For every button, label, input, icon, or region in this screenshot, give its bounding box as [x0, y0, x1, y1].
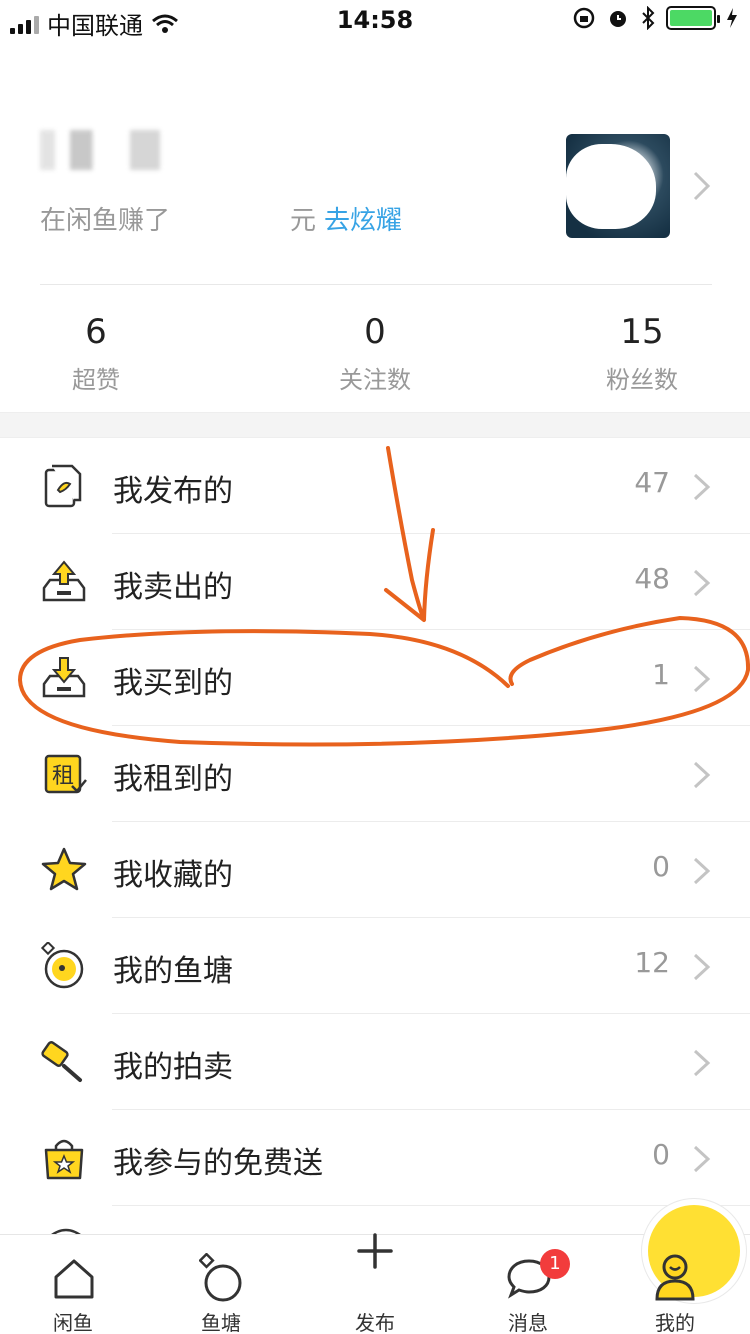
profile-header[interactable]: 在闲鱼赚了 元 去炫耀: [0, 100, 750, 285]
show-off-link[interactable]: 去炫耀: [324, 200, 402, 237]
chevron-right-icon: [693, 171, 711, 201]
stat-followers-value: 15: [620, 312, 664, 352]
tab-publish[interactable]: 发布: [320, 1205, 740, 1334]
earnings-prefix: 在闲鱼赚了: [40, 206, 171, 236]
menu-item-free-giveaway[interactable]: 我参与的免费送 0: [0, 1110, 750, 1206]
divider: [40, 284, 712, 285]
tab-mine[interactable]: 我的: [620, 1235, 730, 1334]
menu-item-count: 1: [652, 658, 670, 691]
chevron-right-icon: [693, 857, 711, 885]
menu-item-count: 0: [652, 850, 670, 883]
charging-icon: [727, 8, 737, 28]
menu-item-favorites[interactable]: 我收藏的 0: [0, 822, 750, 918]
avatar[interactable]: [566, 134, 670, 238]
auction-hammer-icon: [41, 1041, 82, 1082]
tab-home[interactable]: 闲鱼: [18, 1235, 128, 1334]
menu-item-auction[interactable]: 我的拍卖: [0, 1014, 750, 1110]
app-screen: 中国联通 14:58 在闲鱼赚了 元 去炫耀 6 超赞 0 关注数 15 粉丝数…: [0, 0, 750, 1334]
username-redacted: [40, 130, 190, 170]
tab-fishpond-label: 鱼塘: [201, 1311, 241, 1334]
chevron-right-icon: [693, 1049, 711, 1077]
fishpond-icon: [40, 942, 84, 989]
menu-item-fishpond[interactable]: 我的鱼塘 12: [0, 918, 750, 1014]
chevron-right-icon: [693, 665, 711, 693]
stat-likes-label: 超赞: [72, 366, 120, 394]
stat-followers[interactable]: 15 粉丝数: [582, 310, 702, 395]
chevron-right-icon: [693, 569, 711, 597]
tab-home-label: 闲鱼: [53, 1311, 93, 1334]
menu-item-count: 12: [634, 946, 670, 979]
section-gap: [0, 412, 750, 438]
gift-bag-icon: [44, 1139, 84, 1180]
bluetooth-icon: [642, 6, 655, 30]
chevron-right-icon: [693, 473, 711, 501]
fishpond-tab-icon: [199, 1253, 242, 1302]
published-doc-icon: [44, 464, 82, 508]
tab-messages-label: 消息: [508, 1311, 548, 1334]
earnings-suffix: 元: [290, 206, 317, 236]
tab-mine-label: 我的: [655, 1311, 695, 1334]
stat-following-value: 0: [364, 312, 386, 352]
sold-box-icon: [42, 560, 86, 602]
status-bar: 中国联通 14:58: [0, 0, 750, 40]
stat-following-label: 关注数: [339, 366, 411, 394]
tab-messages[interactable]: 消息: [473, 1235, 583, 1334]
battery-icon: [666, 6, 720, 30]
menu-item-label: 我的鱼塘: [113, 954, 233, 989]
menu-item-label: 我发布的: [113, 474, 233, 509]
tab-bar: 闲鱼 鱼塘 发布 消息 1 我的: [0, 1205, 750, 1334]
menu-item-label: 我参与的免费送: [113, 1146, 323, 1181]
bought-box-icon: [42, 657, 86, 698]
stat-likes[interactable]: 6 超赞: [46, 310, 146, 395]
menu-item-label: 我卖出的: [113, 570, 233, 605]
menu-item-count: 47: [634, 466, 670, 499]
menu-item-published[interactable]: 我发布的 47: [0, 438, 750, 534]
alarm-icon: [610, 11, 626, 27]
message-badge: 1: [540, 1249, 570, 1279]
menu-item-rented[interactable]: 租 我租到的: [0, 726, 750, 822]
earnings-amount-redacted: [170, 203, 291, 234]
menu-item-bought[interactable]: 我买到的 1: [0, 630, 750, 726]
status-right: [572, 6, 738, 30]
chevron-right-icon: [693, 953, 711, 981]
menu-item-count: 48: [634, 562, 670, 595]
user-icon: [655, 1254, 695, 1301]
menu-item-label: 我收藏的: [113, 858, 233, 893]
tab-fishpond[interactable]: 鱼塘: [166, 1235, 276, 1334]
rent-icon-char: 租: [52, 764, 74, 789]
rent-icon: 租: [44, 754, 87, 794]
star-icon: [41, 847, 87, 891]
menu-item-label: 我的拍卖: [113, 1050, 233, 1085]
menu-list: 我发布的 47 我卖出的 48 我买到的 1 租 我租到的 我收藏的 0 我的鱼…: [0, 438, 750, 1206]
stat-likes-value: 6: [85, 312, 107, 352]
menu-item-label: 我买到的: [113, 666, 233, 701]
menu-item-label: 我租到的: [113, 762, 233, 797]
menu-item-sold[interactable]: 我卖出的 48: [0, 534, 750, 630]
menu-item-count: 0: [652, 1138, 670, 1171]
rotation-lock-icon: [573, 7, 595, 29]
home-icon: [54, 1259, 94, 1299]
plus-icon: [357, 1233, 393, 1269]
tab-publish-label: 发布: [355, 1311, 395, 1334]
chevron-right-icon: [693, 761, 711, 789]
chevron-right-icon: [693, 1145, 711, 1173]
stats-row: 6 超赞 0 关注数 15 粉丝数: [0, 300, 750, 410]
stat-following[interactable]: 0 关注数: [315, 310, 435, 395]
earnings-line: 在闲鱼赚了 元 去炫耀: [40, 200, 402, 237]
stat-followers-label: 粉丝数: [606, 366, 678, 394]
